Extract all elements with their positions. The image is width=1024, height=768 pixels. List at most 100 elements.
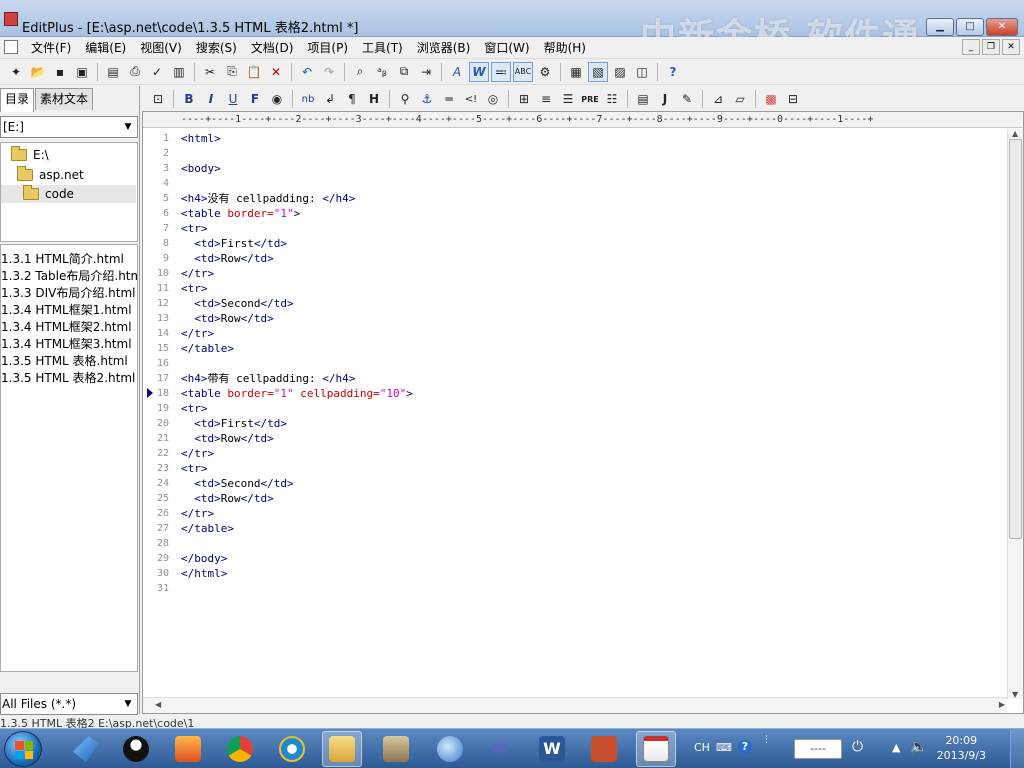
ruler-toggle-icon[interactable]: ≕	[491, 61, 511, 82]
cut-icon[interactable]: ✂	[200, 62, 220, 82]
file-item[interactable]: 1.3.4 HTML框架1.html	[1, 302, 137, 319]
spell-check-icon[interactable]: ✓	[147, 62, 167, 82]
menu-edit[interactable]: 编辑(E)	[78, 40, 133, 56]
scroll-up-icon[interactable]: ▲	[1012, 129, 1018, 138]
new-file-icon[interactable]: ✦	[6, 62, 26, 82]
file-item[interactable]: 1.3.4 HTML框架2.html	[1, 319, 137, 336]
code-line[interactable]: </body>	[181, 551, 227, 566]
code-line[interactable]: <td>Row</td>	[181, 491, 274, 506]
print-icon[interactable]: ⎙	[125, 62, 145, 82]
font-icon[interactable]: A	[447, 62, 467, 82]
open-folder-icon[interactable]: 📂	[28, 62, 48, 82]
taskbar-app-bird[interactable]	[66, 731, 106, 767]
code-line[interactable]: <td>Row</td>	[181, 431, 274, 446]
toolbar-dropdown-icon[interactable]: ⊿	[708, 89, 728, 109]
code-line[interactable]: <body>	[181, 161, 221, 176]
start-button[interactable]	[4, 731, 42, 767]
menu-tools[interactable]: 工具(T)	[355, 40, 410, 56]
code-line[interactable]: </table>	[181, 341, 234, 356]
tools-icon[interactable]: ✎	[677, 89, 697, 109]
vertical-scrollbar[interactable]: ▲ ▼	[1007, 129, 1023, 699]
menu-window[interactable]: 窗口(W)	[477, 40, 536, 56]
show-desktop-button[interactable]	[1010, 729, 1024, 768]
paragraph-icon[interactable]: ¶	[342, 89, 362, 109]
doc-minimize-button[interactable]: _	[962, 39, 980, 55]
editplus-app-icon[interactable]	[4, 12, 18, 26]
taskbar-app-powerpoint[interactable]	[584, 731, 624, 767]
file-item[interactable]: 1.3.3 DIV布局介绍.html	[1, 285, 137, 302]
menu-document[interactable]: 文档(D)	[244, 40, 301, 56]
doc-restore-button[interactable]: ❐	[982, 39, 1000, 55]
code-line[interactable]: <tr>	[181, 461, 208, 476]
frame-icon[interactable]: ⊟	[783, 89, 803, 109]
volume-icon[interactable]: 🔈	[910, 739, 927, 755]
form-icon[interactable]: ▤	[633, 89, 653, 109]
center-align-icon[interactable]: ≡	[536, 89, 556, 109]
document-icon[interactable]	[4, 40, 18, 54]
taskbar-app-explorer[interactable]	[322, 731, 362, 767]
taskbar-app-ie[interactable]	[272, 731, 312, 767]
code-line[interactable]: <table border="1">	[181, 206, 300, 221]
taskbar-app-vs[interactable]: ∞	[480, 731, 520, 767]
code-editor[interactable]: ----+----1----+----2----+----3----+----4…	[142, 111, 1024, 714]
browser-view-icon[interactable]: ▥	[169, 62, 189, 82]
help-icon[interactable]: ?	[738, 740, 752, 754]
taskbar-app-tools[interactable]	[376, 731, 416, 767]
code-line[interactable]: <h4>带有 cellpadding: </h4>	[181, 371, 355, 386]
horizontal-scrollbar[interactable]: ◀ ▶	[143, 697, 1007, 713]
image-icon[interactable]: ◎	[483, 89, 503, 109]
file-item[interactable]: 1.3.5 HTML 表格.html	[1, 353, 137, 370]
delete-icon[interactable]: ✕	[266, 62, 286, 82]
folder-item-aspnet[interactable]: asp.net	[17, 166, 84, 184]
file-item[interactable]: 1.3.4 HTML框架3.html	[1, 336, 137, 353]
keyboard-icon[interactable]: ⌨	[716, 741, 732, 754]
tab-directory[interactable]: 目录	[0, 88, 35, 112]
color-palette-icon[interactable]: ▩	[761, 89, 781, 109]
code-line[interactable]: <tr>	[181, 401, 208, 416]
code-line[interactable]: </tr>	[181, 446, 214, 461]
minimize-button[interactable]: ▁	[926, 18, 954, 36]
link-icon[interactable]: ⚲	[395, 89, 415, 109]
fullscreen-icon[interactable]: ◫	[632, 62, 652, 82]
file-item[interactable]: 1.3.5 HTML 表格2.html	[1, 370, 137, 387]
taskbar-app-editplus[interactable]	[636, 731, 676, 767]
drive-select[interactable]: [E:] ▼	[0, 116, 138, 138]
input-options-icon[interactable]: ⋮	[762, 735, 771, 745]
toolbar-options-icon[interactable]: ▱	[730, 89, 750, 109]
title-bar[interactable]: EditPlus - [E:\asp.net\code\1.3.5 HTML 表…	[0, 0, 1024, 58]
file-filter-select[interactable]: All Files (*.*) ▼	[0, 693, 138, 715]
system-clock[interactable]: 20:09 2013/9/3	[937, 733, 986, 763]
taskbar-app-qq[interactable]	[116, 731, 156, 767]
heading-icon[interactable]: H	[364, 89, 384, 109]
menu-search[interactable]: 搜索(S)	[189, 40, 244, 56]
folder-item-root[interactable]: E:\	[11, 146, 49, 164]
code-line[interactable]: <td>Second</td>	[181, 476, 293, 491]
menu-project[interactable]: 项目(P)	[300, 40, 355, 56]
underline-icon[interactable]: U	[223, 89, 243, 109]
code-line[interactable]: <td>Row</td>	[181, 311, 274, 326]
show-hidden-icons[interactable]: ▲	[892, 741, 900, 754]
bold-icon[interactable]: B	[179, 89, 199, 109]
code-line[interactable]: </tr>	[181, 266, 214, 281]
anchor-icon[interactable]: ⚓	[417, 89, 437, 109]
copy-icon[interactable]: ⎘	[222, 62, 242, 82]
directory-window-icon[interactable]: ▦	[566, 62, 586, 82]
menu-browser[interactable]: 浏览器(B)	[410, 40, 478, 56]
taskbar-app-globe[interactable]	[430, 731, 470, 767]
replace-icon[interactable]: ᵃᵦ	[372, 62, 392, 82]
code-line[interactable]: <td>Second</td>	[181, 296, 293, 311]
code-line[interactable]: <h4>没有 cellpadding: </h4>	[181, 191, 355, 206]
code-line[interactable]: </tr>	[181, 506, 214, 521]
redo-icon[interactable]: ↷	[319, 62, 339, 82]
ime-input-box[interactable]: ----	[794, 739, 842, 759]
ime-indicator[interactable]: CH	[694, 741, 710, 754]
list-icon[interactable]: ☷	[602, 89, 622, 109]
code-line[interactable]: <tr>	[181, 281, 208, 296]
goto-line-icon[interactable]: ⇥	[416, 62, 436, 82]
folder-item-code[interactable]: code	[1, 185, 136, 203]
pre-tag-icon[interactable]: PRE	[580, 89, 600, 109]
code-line[interactable]: <tr>	[181, 221, 208, 236]
code-line[interactable]: <td>First</td>	[181, 416, 287, 431]
taskbar-app-word[interactable]: W	[532, 731, 572, 767]
tab-cliptext[interactable]: 素材文本	[35, 88, 94, 110]
